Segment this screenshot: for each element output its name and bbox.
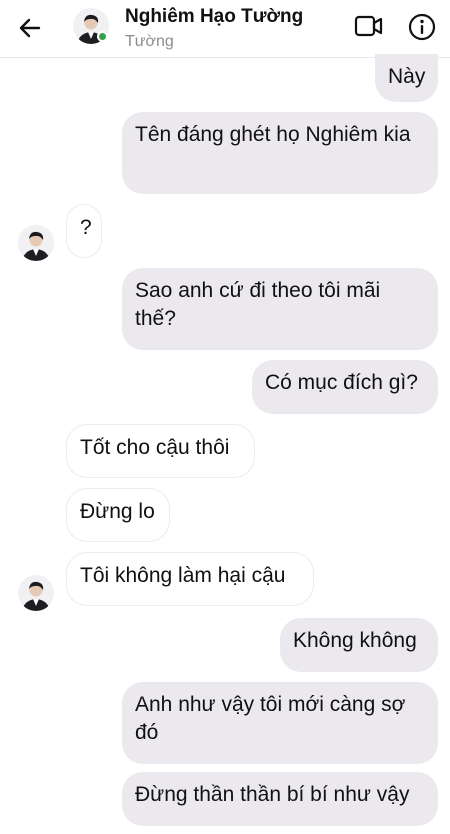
back-arrow-icon [19,18,41,38]
online-status-indicator [97,31,108,42]
message-bubble-incoming[interactable]: Tôi không làm hại cậu [66,552,314,606]
back-button[interactable] [14,12,46,44]
contact-subtitle: Tường [125,33,174,50]
message-bubble-incoming[interactable]: Tốt cho cậu thôi [66,424,255,478]
message-bubble-outgoing[interactable]: Có mục đích gì? [252,360,438,414]
message-bubble-outgoing[interactable]: Này [375,54,438,102]
message-bubble-outgoing[interactable]: Tên đáng ghét họ Nghiêm kia [122,112,438,194]
info-button[interactable] [405,10,439,44]
message-bubble-incoming[interactable]: Đừng lo [66,488,170,542]
chat-header: Nghiêm Hạo Tường Tường [0,0,450,58]
video-camera-icon [354,15,383,37]
message-bubble-outgoing[interactable]: Không không [280,618,438,672]
contact-avatar-small [18,575,54,611]
video-call-button[interactable] [352,11,386,41]
message-bubble-outgoing[interactable]: Đừng thần thần bí bí như vậy [122,772,438,826]
info-icon [408,13,436,41]
contact-avatar-small [18,225,54,261]
contact-name[interactable]: Nghiêm Hạo Tường [125,6,303,28]
message-bubble-outgoing[interactable]: Sao anh cứ đi theo tôi mãi thế? [122,268,438,350]
message-bubble-incoming[interactable]: ? [66,204,102,258]
message-bubble-outgoing[interactable]: Anh như vậy tôi mới càng sợ đó [122,682,438,764]
